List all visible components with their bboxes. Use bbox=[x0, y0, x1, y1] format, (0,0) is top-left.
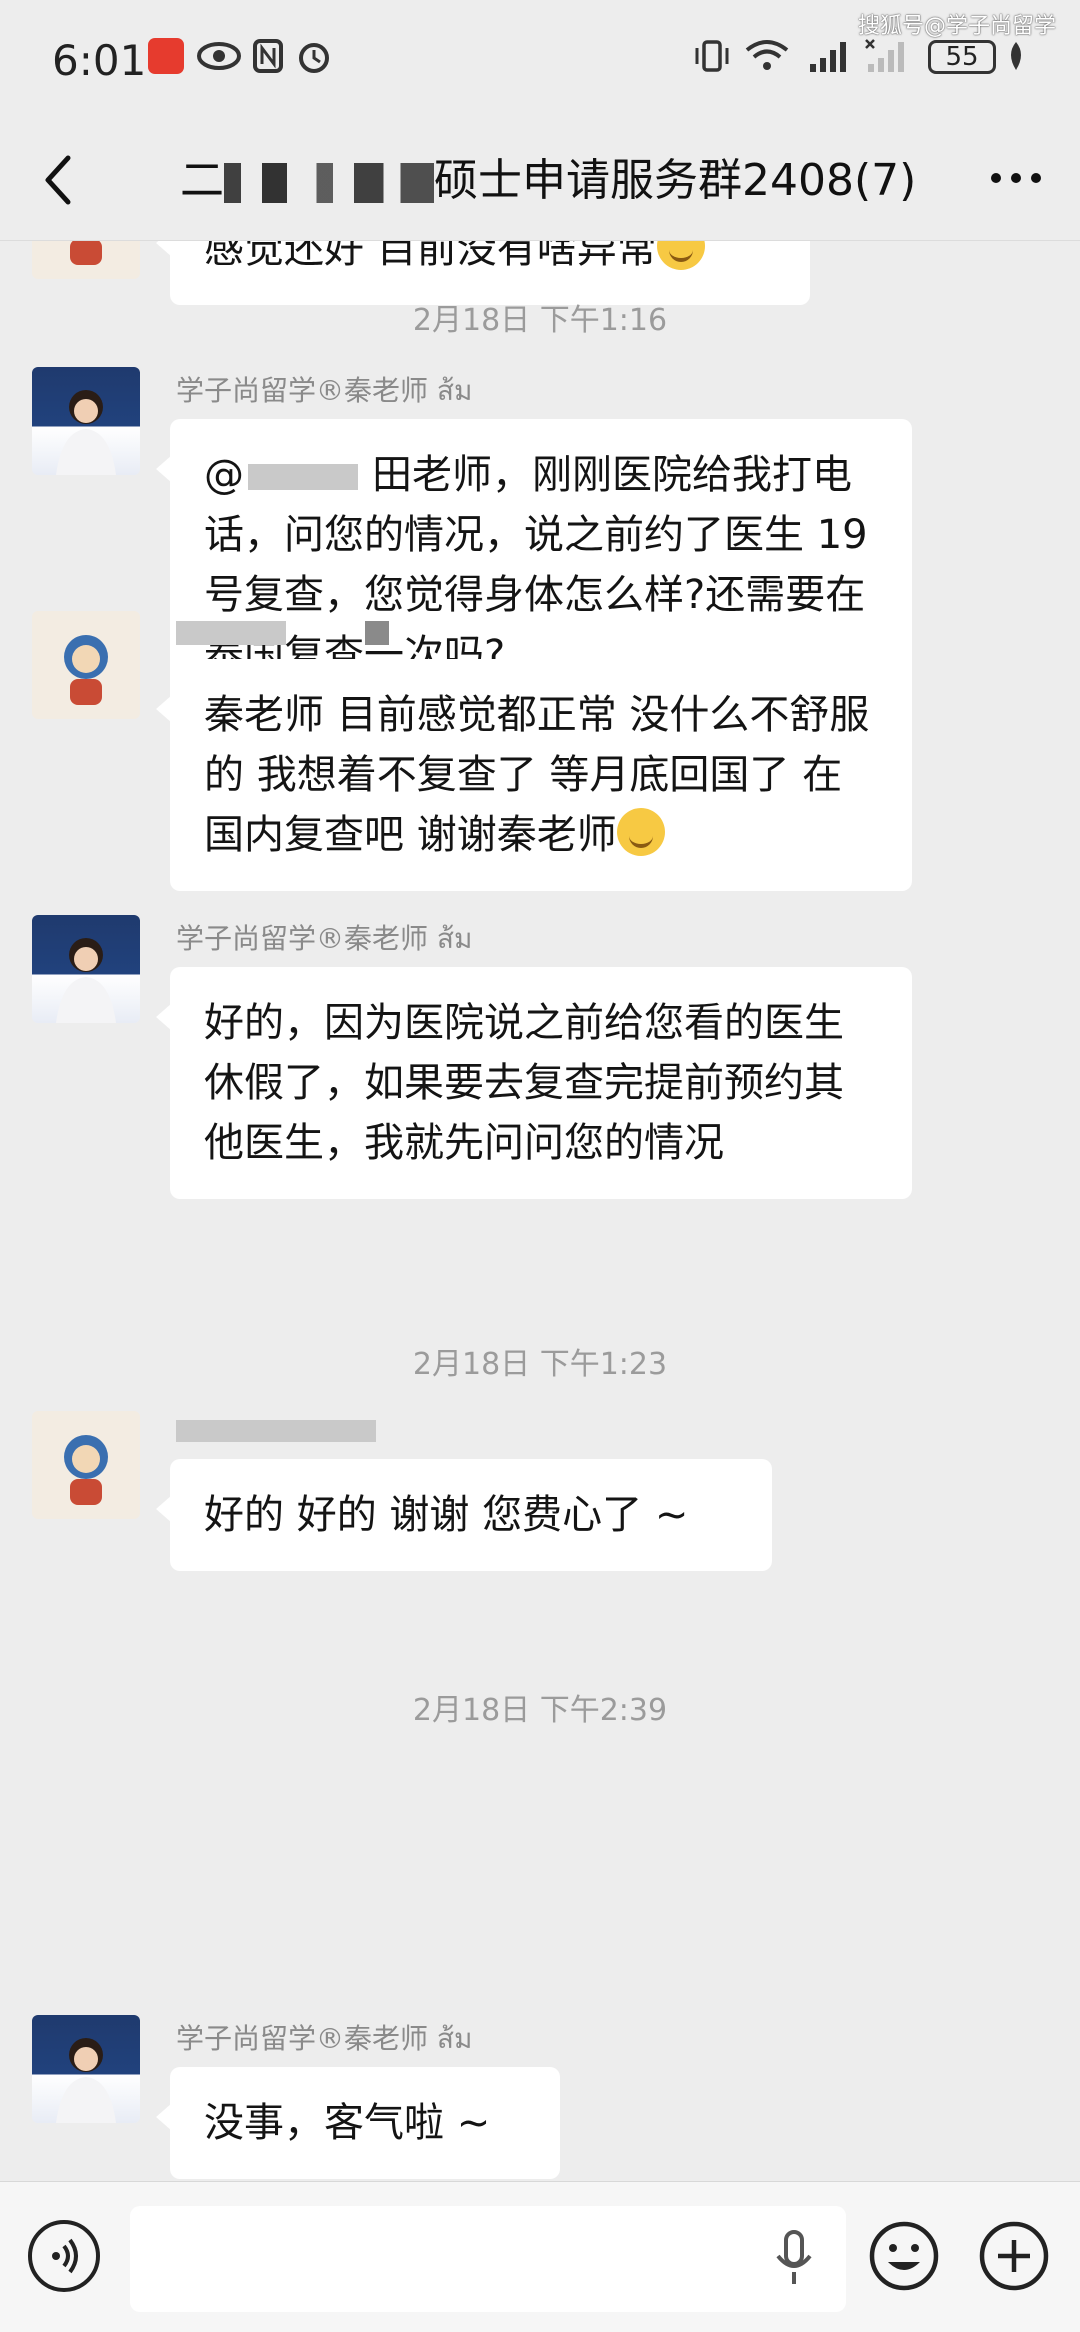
teacher-avatar[interactable] bbox=[32, 2015, 140, 2123]
teacher-photo-icon bbox=[56, 2038, 116, 2123]
message-text: 秦老师 目前感觉都正常 没什么不舒服的 我想着不复查了 等月底回国了 在国内复查… bbox=[204, 692, 870, 858]
teacher-photo-icon bbox=[56, 938, 116, 1023]
huawei-app-icon bbox=[148, 38, 184, 74]
redacted-text bbox=[224, 163, 434, 203]
more-functions-plus-icon[interactable] bbox=[978, 2220, 1050, 2292]
sender-name: 学子尚留学®秦老师 ส้ม bbox=[176, 2022, 473, 2055]
sender-name-redacted bbox=[176, 1413, 376, 1446]
mention-at: @ bbox=[204, 452, 244, 498]
smile-emoji-icon bbox=[656, 241, 705, 270]
wifi-icon bbox=[745, 40, 789, 70]
sender-name-redacted bbox=[176, 615, 389, 648]
emoji-button-icon[interactable] bbox=[868, 2220, 940, 2292]
message-bubble[interactable]: 好的 好的 谢谢 您费心了 ~ bbox=[156, 1459, 772, 1571]
message-input[interactable] bbox=[130, 2206, 846, 2312]
smile-emoji-icon bbox=[616, 808, 665, 856]
voice-wave-icon bbox=[52, 2238, 78, 2274]
redacted-text bbox=[176, 621, 286, 645]
sender-name: 学子尚留学®秦老师 ส้ม bbox=[176, 922, 473, 955]
more-options-icon[interactable] bbox=[988, 170, 1044, 186]
redacted-text bbox=[248, 464, 358, 490]
signal-icon bbox=[810, 42, 846, 72]
message-input-bar bbox=[0, 2181, 1080, 2332]
student-avatar[interactable] bbox=[32, 1411, 140, 1519]
status-time: 6:01 bbox=[52, 36, 147, 85]
redacted-text bbox=[364, 621, 389, 645]
vibrate-icon bbox=[695, 40, 729, 72]
signal-weak-icon bbox=[865, 39, 904, 72]
chat-title-suffix: 硕士申请服务群2408(7) bbox=[434, 155, 917, 206]
chat-title-prefix: 二 bbox=[180, 155, 224, 206]
charging-leaf-icon bbox=[1011, 42, 1021, 70]
microphone-icon[interactable] bbox=[772, 2230, 816, 2286]
teacher-avatar[interactable] bbox=[32, 915, 140, 1023]
sender-name: 学子尚留学®秦老师 ส้ม bbox=[176, 374, 473, 407]
teacher-photo-icon bbox=[56, 390, 116, 475]
nfc-icon bbox=[253, 39, 283, 73]
message-timestamp: 2月18日 下午2:39 bbox=[412, 1693, 668, 1728]
message-text: 好的，因为医院说之前给您看的医生休假了，如果要去复查完提前预约其他医生，我就先问… bbox=[204, 1000, 844, 1166]
message-text: 没事，客气啦 ~ bbox=[204, 2100, 491, 2146]
teacher-avatar[interactable] bbox=[32, 367, 140, 475]
chat-title: 二 硕士申请服务群2408(7) bbox=[180, 146, 916, 216]
redacted-text bbox=[176, 1420, 376, 1442]
eye-icon bbox=[197, 42, 241, 70]
student-avatar[interactable] bbox=[32, 611, 140, 719]
message-timestamp: 2月18日 下午1:23 bbox=[412, 1347, 668, 1382]
message-bubble[interactable]: 没事，客气啦 ~ bbox=[156, 2067, 560, 2179]
back-arrow-icon[interactable] bbox=[38, 150, 78, 210]
watermark: 搜狐号@学子尚留学 bbox=[857, 14, 1056, 39]
cartoon-avatar-icon bbox=[70, 241, 102, 265]
chat-header: 二 硕士申请服务群2408(7) bbox=[0, 120, 1080, 241]
message-text: 感觉还好 目前没有啥异常 bbox=[204, 241, 657, 272]
alarm-icon bbox=[299, 43, 329, 73]
message-text: 好的 好的 谢谢 您费心了 ~ bbox=[204, 1492, 689, 1538]
battery-indicator: 55 bbox=[928, 40, 996, 74]
cartoon-avatar-icon bbox=[64, 1435, 108, 1505]
voice-input-button[interactable] bbox=[28, 2220, 100, 2292]
message-bubble[interactable]: 秦老师 目前感觉都正常 没什么不舒服的 我想着不复查了 等月底回国了 在国内复查… bbox=[156, 659, 912, 891]
cartoon-avatar-icon bbox=[64, 635, 108, 705]
message-timestamp: 2月18日 下午1:16 bbox=[412, 303, 668, 338]
status-bar: 6:01 55 搜狐号@学子尚留学 bbox=[0, 0, 1080, 120]
chat-message-list[interactable]: 感觉还好 目前没有啥异常 2月18日 下午1:16 学子尚留学®秦老师 ส้ม … bbox=[0, 241, 1080, 2181]
student-avatar[interactable] bbox=[32, 241, 140, 279]
message-bubble[interactable]: 好的，因为医院说之前给您看的医生休假了，如果要去复查完提前预约其他医生，我就先问… bbox=[156, 967, 912, 1199]
